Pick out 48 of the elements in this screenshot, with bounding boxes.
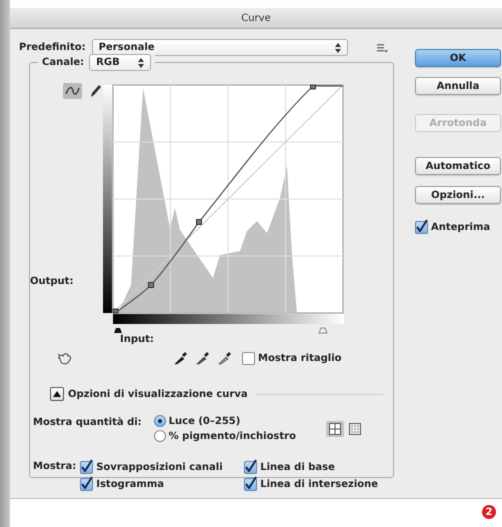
preset-dropdown[interactable]: Personale: [92, 39, 348, 56]
window-title: Curve: [241, 12, 271, 24]
show-amount-label: Mostra quantità di:: [33, 417, 142, 430]
triangle-icon: [53, 391, 61, 397]
channel-label: Canale:: [42, 57, 84, 68]
dialog-button[interactable]: Automatico: [415, 157, 501, 175]
dialog-button[interactable]: Opzioni...: [415, 186, 501, 204]
checkbox[interactable]: [244, 461, 258, 474]
radio-button[interactable]: [154, 415, 166, 427]
menu-icon[interactable]: [376, 44, 388, 52]
stepper-icon: [334, 42, 341, 52]
curve-point[interactable]: [196, 219, 202, 225]
curve-tool-icon[interactable]: [63, 83, 82, 99]
checkbox-label: Linea di intersezione: [260, 479, 378, 490]
show-label: Mostra:: [33, 461, 76, 474]
output-label: Output:: [30, 276, 74, 287]
preset-label: Predefinito:: [19, 42, 86, 53]
checkbox-label: Mostra ritaglio: [258, 352, 342, 364]
stepper-icon: [138, 58, 144, 68]
hand-tool-icon[interactable]: [58, 353, 72, 364]
curve-point[interactable]: [310, 84, 316, 90]
checkbox[interactable]: [80, 478, 94, 491]
checkbox[interactable]: [415, 221, 428, 234]
input-label: Input:: [120, 334, 154, 345]
checkbox-label: Anteprima: [431, 222, 490, 233]
curve-point[interactable]: [148, 282, 154, 288]
eyedropper-icon[interactable]: [174, 352, 187, 364]
section-title: Opzioni di visualizzazione curva: [68, 388, 248, 400]
radio-label: % pigmento/inchiostro: [168, 430, 296, 442]
checkbox[interactable]: [244, 478, 258, 491]
shadow-slider-icon[interactable]: [114, 328, 122, 333]
dialog-button[interactable]: OK: [415, 49, 501, 67]
channel-dropdown[interactable]: RGB: [89, 54, 152, 71]
checkbox-label: Sovrapposizioni canali: [96, 462, 223, 473]
eyedropper-icon[interactable]: [196, 352, 209, 364]
grid-icon[interactable]: [326, 421, 344, 437]
curve-point[interactable]: [112, 308, 118, 314]
callout-badge: 2: [482, 505, 496, 519]
radio-button[interactable]: [154, 430, 166, 442]
disclosure-button[interactable]: [50, 387, 64, 401]
dialog-button[interactable]: Annulla: [415, 77, 501, 95]
eyedropper-icon[interactable]: [218, 352, 231, 364]
checkbox-label: Linea di base: [260, 462, 335, 473]
highlight-slider-icon[interactable]: [318, 328, 328, 334]
checkbox[interactable]: [80, 461, 94, 474]
radio-label: Luce (0–255): [168, 416, 240, 426]
checkbox[interactable]: [242, 352, 255, 364]
checkbox-label: Istogramma: [96, 479, 164, 490]
